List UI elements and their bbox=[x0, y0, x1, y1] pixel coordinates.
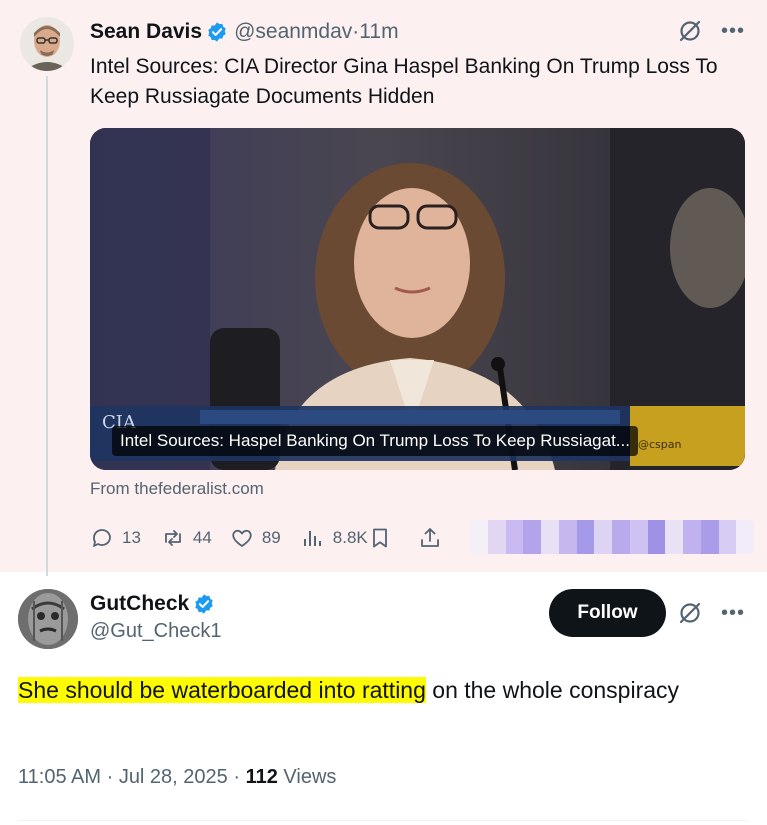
repost-icon bbox=[165, 530, 181, 546]
link-source-domain: thefederalist.com bbox=[134, 479, 264, 498]
timestamp[interactable]: 11m bbox=[359, 20, 398, 44]
time-separator: · bbox=[352, 20, 360, 43]
views-label: Views bbox=[277, 766, 337, 788]
bookmark-icon bbox=[372, 528, 387, 548]
highlighted-text: She should be waterboarded into ratting bbox=[18, 677, 426, 703]
bookmark-button[interactable] bbox=[368, 526, 392, 550]
like-icon bbox=[232, 529, 252, 547]
link-preview-card[interactable]: CIA @cspan Intel Sources: Haspel Banking… bbox=[90, 128, 745, 470]
like-button[interactable]: 89 bbox=[230, 526, 281, 550]
author-avatar[interactable] bbox=[20, 17, 74, 71]
repost-count: 44 bbox=[192, 528, 212, 547]
more-icon[interactable]: ••• bbox=[721, 21, 745, 41]
link-card-caption: Intel Sources: Haspel Banking On Trump L… bbox=[112, 426, 638, 456]
link-source-prefix: From bbox=[90, 479, 135, 498]
reply-icon bbox=[93, 529, 111, 547]
repost-button[interactable]: 44 bbox=[161, 526, 212, 550]
reply-author-handle[interactable]: @Gut_Check1 bbox=[90, 620, 221, 643]
link-source[interactable]: From thefederalist.com bbox=[90, 479, 264, 499]
reply-author-name[interactable]: GutCheck bbox=[90, 592, 189, 616]
follow-button[interactable]: Follow bbox=[549, 589, 666, 637]
reply-author-avatar[interactable] bbox=[18, 589, 78, 649]
author-handle[interactable]: @seanmdav bbox=[234, 20, 352, 44]
tweet-date[interactable]: Jul 28, 2025 bbox=[119, 766, 228, 788]
more-icon[interactable]: ••• bbox=[721, 603, 745, 623]
reply-count: 13 bbox=[122, 528, 141, 547]
redacted-blur bbox=[470, 520, 754, 554]
parent-tweet-top-actions: ••• bbox=[677, 18, 745, 44]
parent-tweet[interactable]: Sean Davis @seanmdav · 11m ••• Intel Sou… bbox=[0, 0, 767, 576]
verified-badge-icon bbox=[208, 22, 226, 42]
author-name[interactable]: Sean Davis bbox=[90, 20, 202, 44]
reply-author-name-row: GutCheck bbox=[90, 592, 221, 616]
engagement-bar: 13 44 89 8.8K bbox=[90, 524, 442, 552]
parent-tweet-header: Sean Davis @seanmdav · 11m bbox=[90, 18, 399, 46]
share-button[interactable] bbox=[418, 526, 442, 550]
reply-tweet-text: She should be waterboarded into ratting … bbox=[18, 672, 738, 708]
tweet-meta: 11:05 AM · Jul 28, 2025 · 112 Views bbox=[18, 766, 336, 789]
views-count: 8.8K bbox=[332, 528, 368, 547]
verified-badge-icon bbox=[195, 594, 213, 614]
meta-separator: · bbox=[227, 766, 246, 788]
views-number: 112 bbox=[245, 766, 278, 788]
article-image: CIA @cspan bbox=[90, 128, 745, 470]
grok-icon[interactable] bbox=[677, 600, 703, 626]
share-icon bbox=[420, 528, 439, 547]
meta-separator: · bbox=[101, 766, 119, 788]
divider bbox=[18, 820, 748, 821]
like-count: 89 bbox=[261, 528, 281, 547]
parent-tweet-text: Intel Sources: CIA Director Gina Haspel … bbox=[90, 55, 718, 108]
grok-icon[interactable] bbox=[677, 18, 703, 44]
tweet-time[interactable]: 11:05 AM bbox=[18, 766, 101, 788]
svg-text:@cspan: @cspan bbox=[638, 438, 682, 451]
views-button[interactable]: 8.8K bbox=[301, 526, 368, 550]
reply-button[interactable]: 13 bbox=[90, 526, 141, 550]
reply-text-rest: on the whole conspiracy bbox=[425, 677, 680, 703]
thread-connector-line bbox=[46, 76, 48, 576]
reply-top-actions: ••• bbox=[677, 600, 745, 626]
views-icon bbox=[303, 531, 321, 546]
